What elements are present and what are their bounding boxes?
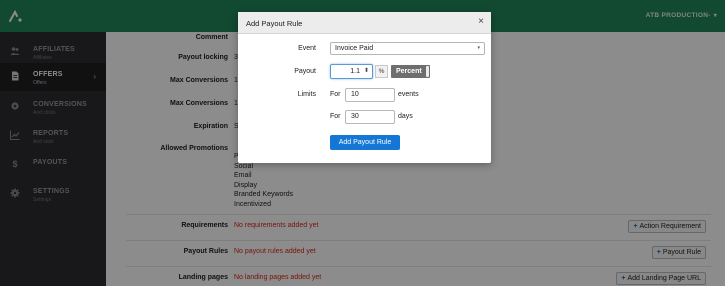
percent-symbol: % — [375, 65, 388, 78]
payout-amount-input[interactable]: 1.1 ⬍ — [330, 64, 373, 79]
event-select-value: Invoice Paid — [335, 45, 374, 52]
event-select[interactable]: Invoice Paid ▾ — [330, 42, 485, 55]
events-unit-label: events — [398, 91, 419, 98]
limit-days-input[interactable]: 30 — [345, 110, 395, 124]
limits-label: Limits — [297, 91, 316, 98]
add-payout-rule-modal: Add Payout Rule × Event Invoice Paid ▾ P… — [238, 12, 491, 163]
days-unit-label: days — [398, 113, 413, 120]
spinner-icon[interactable]: ⬍ — [364, 65, 369, 78]
payout-label: Payout — [294, 68, 316, 75]
button-label: Percent — [396, 68, 422, 75]
chevron-down-icon: ▾ — [477, 45, 480, 51]
limit-events-input[interactable]: 10 — [345, 88, 395, 102]
close-icon[interactable]: × — [478, 17, 484, 27]
for-label: For — [330, 113, 341, 120]
event-label: Event — [298, 45, 316, 52]
toggle-handle — [426, 66, 429, 77]
modal-title: Add Payout Rule — [246, 19, 303, 28]
modal-header: Add Payout Rule × — [238, 12, 491, 34]
for-label: For — [330, 91, 341, 98]
percent-toggle-button[interactable]: Percent — [391, 65, 430, 78]
add-payout-rule-submit-button[interactable]: Add Payout Rule — [330, 135, 400, 150]
payout-amount-value: 1.1 — [350, 68, 360, 75]
